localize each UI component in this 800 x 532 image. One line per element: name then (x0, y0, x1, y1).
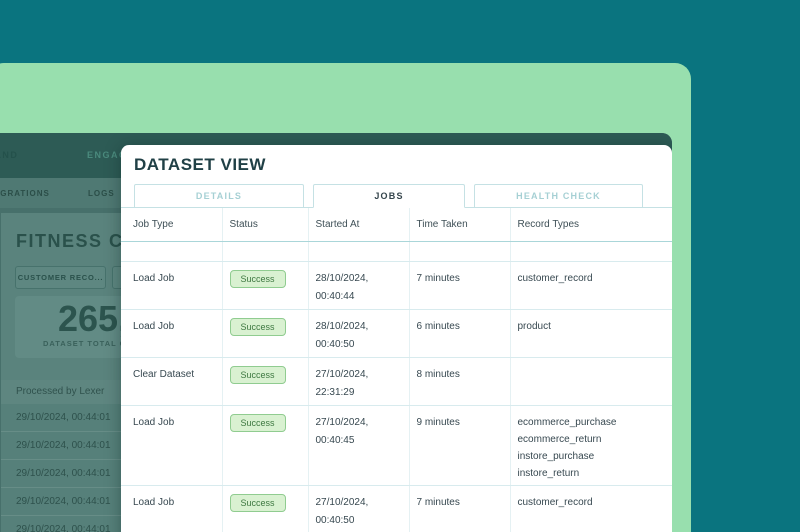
tab-health-check[interactable]: HEALTH CHECK (474, 184, 643, 208)
table-row: Load Job Success 28/10/2024, 00:40:44 7 … (121, 261, 672, 310)
status-badge: Success (229, 317, 286, 336)
status-badge: Success (229, 493, 286, 512)
status-cell: Success (222, 309, 309, 358)
table-row: Clear Dataset Success 27/10/2024, 22:31:… (121, 357, 672, 406)
job-type-cell: Load Job (121, 261, 223, 310)
record-types-cell: customer_record (510, 261, 672, 310)
time-taken-cell: 8 minutes (409, 357, 511, 406)
app-window-frame: TAND ENGAGE TEGRATIONS LOGS FITNESS CO -… (0, 63, 691, 532)
column-header-started-at: Started At (308, 208, 410, 242)
nav-item-logs[interactable]: LOGS (88, 189, 115, 198)
job-type-cell: Load Job (121, 309, 223, 358)
record-types-cell: ecommerce_purchase ecommerce_return inst… (510, 405, 672, 486)
time-taken-cell (409, 241, 511, 262)
status-badge: Success (229, 413, 286, 432)
started-at-cell: 27/10/2024, 22:31:29 (308, 357, 410, 406)
record-types-cell: product (510, 309, 672, 358)
table-row (121, 241, 672, 262)
time-taken-cell: 7 minutes (409, 261, 511, 310)
started-at-cell: 28/10/2024, 00:40:50 (308, 309, 410, 358)
started-at-cell: 27/10/2024, 00:40:50 (308, 485, 410, 532)
record-types-cell (510, 241, 672, 262)
table-header-row: Job Type Status Started At Time Taken Re… (121, 208, 672, 242)
record-types-cell (510, 357, 672, 406)
table-row: Load Job Success 28/10/2024, 00:40:50 6 … (121, 309, 672, 358)
app-window: TAND ENGAGE TEGRATIONS LOGS FITNESS CO -… (0, 133, 672, 532)
status-badge: Success (229, 365, 286, 384)
column-header-status: Status (222, 208, 309, 242)
status-cell: Success (222, 357, 309, 406)
time-taken-cell: 7 minutes (409, 485, 511, 532)
column-header-record-types: Record Types (510, 208, 672, 242)
nav-item-integrations[interactable]: TEGRATIONS (0, 189, 50, 198)
tab-jobs[interactable]: JOBS (313, 184, 465, 208)
customer-records-tab[interactable]: CUSTOMER RECO... (15, 266, 106, 289)
time-taken-cell: 9 minutes (409, 405, 511, 486)
status-cell: Success (222, 405, 309, 486)
status-cell: Success (222, 261, 309, 310)
tab-details[interactable]: DETAILS (134, 184, 304, 208)
nav-item-understand[interactable]: TAND (0, 150, 18, 160)
job-type-cell (121, 241, 223, 262)
dataset-view-modal: DATASET VIEW DETAILS JOBS HEALTH CHECK J… (121, 145, 672, 532)
table-row: Load Job Success 27/10/2024, 00:40:50 7 … (121, 485, 672, 532)
status-cell: Success (222, 485, 309, 532)
started-at-cell (308, 241, 410, 262)
column-header-time-taken: Time Taken (409, 208, 511, 242)
job-type-cell: Clear Dataset (121, 357, 223, 406)
started-at-cell: 27/10/2024, 00:40:45 (308, 405, 410, 486)
started-at-cell: 28/10/2024, 00:40:44 (308, 261, 410, 310)
table-row: Load Job Success 27/10/2024, 00:40:45 9 … (121, 405, 672, 486)
jobs-table: Job Type Status Started At Time Taken Re… (121, 208, 672, 532)
column-header-job-type: Job Type (121, 208, 223, 242)
record-types-cell: customer_record (510, 485, 672, 532)
time-taken-cell: 6 minutes (409, 309, 511, 358)
modal-title: DATASET VIEW (134, 155, 266, 174)
job-type-cell: Load Job (121, 405, 223, 486)
status-badge: Success (229, 269, 286, 288)
job-type-cell: Load Job (121, 485, 223, 532)
modal-tabs: DETAILS JOBS HEALTH CHECK (121, 184, 672, 208)
status-cell (222, 241, 309, 262)
